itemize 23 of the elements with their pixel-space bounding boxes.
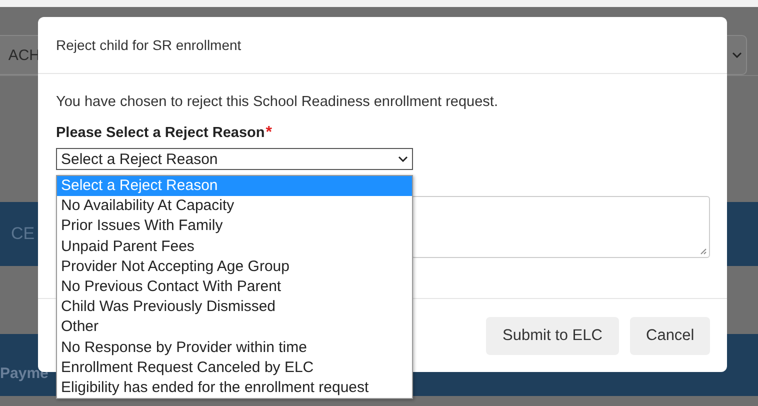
header-text: CE (11, 224, 35, 244)
dropdown-option[interactable]: Prior Issues With Family (57, 216, 412, 237)
dropdown-option[interactable]: Eligibility has ended for the enrollment request (57, 378, 412, 398)
reason-label: Please Select a Reject Reason (56, 125, 265, 141)
comment-field[interactable] (411, 196, 710, 258)
chevron-icon (398, 156, 408, 162)
dropdown-option[interactable]: Child Was Previously Dismissed (57, 297, 412, 318)
reason-select[interactable]: Select a Reject Reason (56, 148, 413, 170)
resize-grip-icon (699, 247, 707, 255)
dropdown-option[interactable]: Other (57, 317, 412, 338)
dropdown-option[interactable]: Enrollment Request Canceled by ELC (57, 358, 412, 378)
dropdown-option[interactable]: No Previous Contact With Parent (57, 276, 412, 298)
dropdown-option[interactable]: Provider Not Accepting Age Group (57, 256, 412, 277)
dropdown-option[interactable]: No Response by Provider within time (57, 338, 412, 358)
chevron-icon (732, 52, 742, 58)
dialog-message: You have chosen to reject this School Readiness enrollment request. (56, 94, 499, 110)
dialog-title: Reject child for SR enrollment (56, 37, 242, 53)
dropdown-option[interactable]: Unpaid Parent Fees (57, 236, 412, 257)
column-header: Payme (0, 365, 48, 382)
dialog-button[interactable]: Submit to ELC (486, 316, 619, 354)
required-mark: * (266, 125, 272, 141)
dropdown-option[interactable]: No Availability At Capacity (57, 196, 412, 216)
dialog-button[interactable]: Cancel (630, 316, 710, 354)
